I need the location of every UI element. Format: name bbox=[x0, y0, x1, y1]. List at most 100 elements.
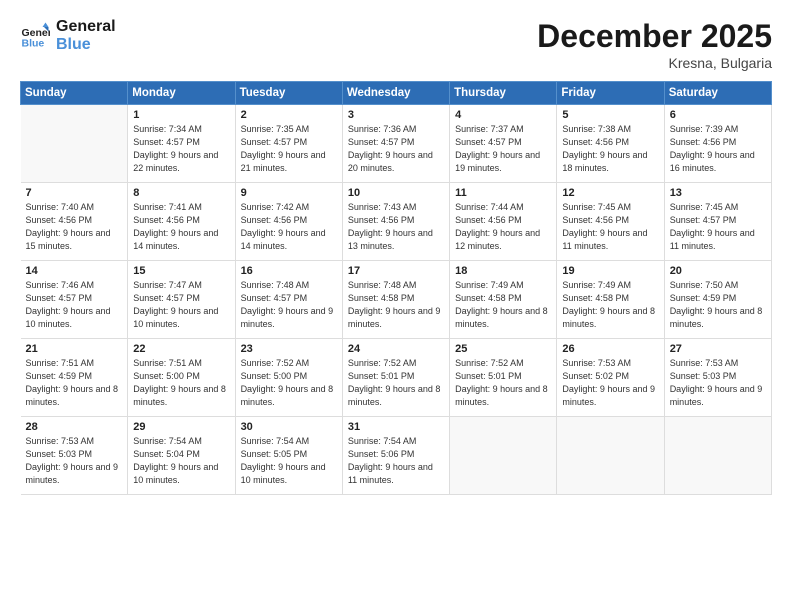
daylight: Daylight: 9 hours and 8 minutes. bbox=[26, 384, 119, 407]
daylight: Daylight: 9 hours and 11 minutes. bbox=[670, 228, 755, 251]
day-info: Sunrise: 7:54 AM Sunset: 5:05 PM Dayligh… bbox=[241, 435, 337, 487]
sunrise: Sunrise: 7:39 AM bbox=[670, 124, 739, 134]
sunrise: Sunrise: 7:53 AM bbox=[26, 436, 95, 446]
table-cell: 17 Sunrise: 7:48 AM Sunset: 4:58 PM Dayl… bbox=[342, 261, 449, 339]
sunrise: Sunrise: 7:42 AM bbox=[241, 202, 310, 212]
daylight: Daylight: 9 hours and 9 minutes. bbox=[241, 306, 334, 329]
daylight: Daylight: 9 hours and 8 minutes. bbox=[455, 306, 548, 329]
day-info: Sunrise: 7:50 AM Sunset: 4:59 PM Dayligh… bbox=[670, 279, 766, 331]
week-row-2: 7 Sunrise: 7:40 AM Sunset: 4:56 PM Dayli… bbox=[21, 183, 772, 261]
daylight: Daylight: 9 hours and 8 minutes. bbox=[348, 384, 441, 407]
table-cell: 27 Sunrise: 7:53 AM Sunset: 5:03 PM Dayl… bbox=[664, 339, 771, 417]
daylight: Daylight: 9 hours and 10 minutes. bbox=[133, 462, 218, 485]
day-number: 13 bbox=[670, 187, 766, 199]
day-info: Sunrise: 7:45 AM Sunset: 4:56 PM Dayligh… bbox=[562, 201, 658, 253]
table-cell: 13 Sunrise: 7:45 AM Sunset: 4:57 PM Dayl… bbox=[664, 183, 771, 261]
daylight: Daylight: 9 hours and 11 minutes. bbox=[562, 228, 647, 251]
daylight: Daylight: 9 hours and 8 minutes. bbox=[455, 384, 548, 407]
sunset: Sunset: 4:56 PM bbox=[562, 137, 629, 147]
table-cell: 11 Sunrise: 7:44 AM Sunset: 4:56 PM Dayl… bbox=[450, 183, 557, 261]
day-info: Sunrise: 7:34 AM Sunset: 4:57 PM Dayligh… bbox=[133, 123, 229, 175]
sunset: Sunset: 4:58 PM bbox=[455, 293, 522, 303]
day-number: 7 bbox=[26, 187, 123, 199]
sunrise: Sunrise: 7:48 AM bbox=[348, 280, 417, 290]
table-cell: 26 Sunrise: 7:53 AM Sunset: 5:02 PM Dayl… bbox=[557, 339, 664, 417]
sunrise: Sunrise: 7:49 AM bbox=[562, 280, 631, 290]
day-info: Sunrise: 7:45 AM Sunset: 4:57 PM Dayligh… bbox=[670, 201, 766, 253]
header-tuesday: Tuesday bbox=[235, 82, 342, 105]
table-cell: 12 Sunrise: 7:45 AM Sunset: 4:56 PM Dayl… bbox=[557, 183, 664, 261]
day-number: 20 bbox=[670, 265, 766, 277]
daylight: Daylight: 9 hours and 14 minutes. bbox=[241, 228, 326, 251]
month-title: December 2025 bbox=[537, 18, 772, 55]
header-friday: Friday bbox=[557, 82, 664, 105]
sunset: Sunset: 4:57 PM bbox=[670, 215, 737, 225]
table-cell: 1 Sunrise: 7:34 AM Sunset: 4:57 PM Dayli… bbox=[128, 105, 235, 183]
day-number: 21 bbox=[26, 343, 123, 355]
day-number: 26 bbox=[562, 343, 658, 355]
sunrise: Sunrise: 7:34 AM bbox=[133, 124, 202, 134]
daylight: Daylight: 9 hours and 8 minutes. bbox=[133, 384, 226, 407]
daylight: Daylight: 9 hours and 12 minutes. bbox=[455, 228, 540, 251]
day-info: Sunrise: 7:52 AM Sunset: 5:00 PM Dayligh… bbox=[241, 357, 337, 409]
daylight: Daylight: 9 hours and 10 minutes. bbox=[241, 462, 326, 485]
day-number: 16 bbox=[241, 265, 337, 277]
sunrise: Sunrise: 7:50 AM bbox=[670, 280, 739, 290]
day-number: 1 bbox=[133, 109, 229, 121]
table-cell: 15 Sunrise: 7:47 AM Sunset: 4:57 PM Dayl… bbox=[128, 261, 235, 339]
weekday-header-row: Sunday Monday Tuesday Wednesday Thursday… bbox=[21, 82, 772, 105]
sunset: Sunset: 5:01 PM bbox=[348, 371, 415, 381]
day-number: 12 bbox=[562, 187, 658, 199]
day-number: 5 bbox=[562, 109, 658, 121]
day-info: Sunrise: 7:46 AM Sunset: 4:57 PM Dayligh… bbox=[26, 279, 123, 331]
sunset: Sunset: 4:56 PM bbox=[348, 215, 415, 225]
sunrise: Sunrise: 7:51 AM bbox=[133, 358, 202, 368]
sunset: Sunset: 5:02 PM bbox=[562, 371, 629, 381]
day-number: 22 bbox=[133, 343, 229, 355]
table-cell: 3 Sunrise: 7:36 AM Sunset: 4:57 PM Dayli… bbox=[342, 105, 449, 183]
table-cell: 2 Sunrise: 7:35 AM Sunset: 4:57 PM Dayli… bbox=[235, 105, 342, 183]
daylight: Daylight: 9 hours and 11 minutes. bbox=[348, 462, 433, 485]
table-cell: 23 Sunrise: 7:52 AM Sunset: 5:00 PM Dayl… bbox=[235, 339, 342, 417]
day-info: Sunrise: 7:52 AM Sunset: 5:01 PM Dayligh… bbox=[348, 357, 444, 409]
sunset: Sunset: 4:58 PM bbox=[348, 293, 415, 303]
logo-line2: Blue bbox=[56, 36, 116, 54]
table-cell: 31 Sunrise: 7:54 AM Sunset: 5:06 PM Dayl… bbox=[342, 417, 449, 495]
day-number: 30 bbox=[241, 421, 337, 433]
day-number: 28 bbox=[26, 421, 123, 433]
daylight: Daylight: 9 hours and 9 minutes. bbox=[670, 384, 763, 407]
logo-line1: General bbox=[56, 18, 116, 36]
week-row-4: 21 Sunrise: 7:51 AM Sunset: 4:59 PM Dayl… bbox=[21, 339, 772, 417]
day-number: 10 bbox=[348, 187, 444, 199]
sunrise: Sunrise: 7:40 AM bbox=[26, 202, 95, 212]
day-number: 19 bbox=[562, 265, 658, 277]
daylight: Daylight: 9 hours and 8 minutes. bbox=[670, 306, 763, 329]
sunset: Sunset: 4:57 PM bbox=[348, 137, 415, 147]
table-cell: 21 Sunrise: 7:51 AM Sunset: 4:59 PM Dayl… bbox=[21, 339, 128, 417]
sunrise: Sunrise: 7:45 AM bbox=[562, 202, 631, 212]
sunset: Sunset: 4:56 PM bbox=[670, 137, 737, 147]
sunset: Sunset: 4:56 PM bbox=[562, 215, 629, 225]
day-info: Sunrise: 7:35 AM Sunset: 4:57 PM Dayligh… bbox=[241, 123, 337, 175]
table-cell: 10 Sunrise: 7:43 AM Sunset: 4:56 PM Dayl… bbox=[342, 183, 449, 261]
daylight: Daylight: 9 hours and 10 minutes. bbox=[26, 306, 111, 329]
daylight: Daylight: 9 hours and 8 minutes. bbox=[241, 384, 334, 407]
daylight: Daylight: 9 hours and 8 minutes. bbox=[562, 306, 655, 329]
sunset: Sunset: 4:59 PM bbox=[26, 371, 93, 381]
sunset: Sunset: 4:56 PM bbox=[26, 215, 93, 225]
sunset: Sunset: 4:56 PM bbox=[241, 215, 308, 225]
table-cell: 30 Sunrise: 7:54 AM Sunset: 5:05 PM Dayl… bbox=[235, 417, 342, 495]
sunrise: Sunrise: 7:41 AM bbox=[133, 202, 202, 212]
daylight: Daylight: 9 hours and 19 minutes. bbox=[455, 150, 540, 173]
day-number: 29 bbox=[133, 421, 229, 433]
week-row-1: 1 Sunrise: 7:34 AM Sunset: 4:57 PM Dayli… bbox=[21, 105, 772, 183]
day-number: 24 bbox=[348, 343, 444, 355]
day-number: 15 bbox=[133, 265, 229, 277]
table-cell: 22 Sunrise: 7:51 AM Sunset: 5:00 PM Dayl… bbox=[128, 339, 235, 417]
daylight: Daylight: 9 hours and 9 minutes. bbox=[348, 306, 441, 329]
table-cell: 14 Sunrise: 7:46 AM Sunset: 4:57 PM Dayl… bbox=[21, 261, 128, 339]
table-cell: 7 Sunrise: 7:40 AM Sunset: 4:56 PM Dayli… bbox=[21, 183, 128, 261]
table-cell: 6 Sunrise: 7:39 AM Sunset: 4:56 PM Dayli… bbox=[664, 105, 771, 183]
week-row-3: 14 Sunrise: 7:46 AM Sunset: 4:57 PM Dayl… bbox=[21, 261, 772, 339]
day-info: Sunrise: 7:49 AM Sunset: 4:58 PM Dayligh… bbox=[562, 279, 658, 331]
